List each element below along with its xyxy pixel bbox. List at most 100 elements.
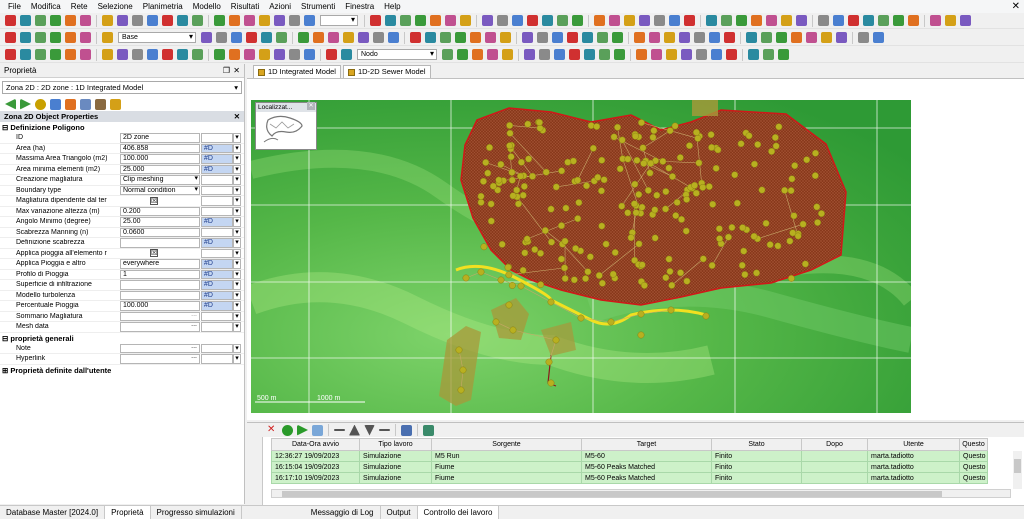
network-node[interactable]: [564, 158, 572, 166]
network-node[interactable]: [497, 160, 505, 168]
toolbar-tool-icon[interactable]: [259, 15, 270, 26]
horizontal-scrollbar[interactable]: [271, 489, 1011, 498]
network-node[interactable]: [768, 147, 776, 155]
toolbar-tool-icon[interactable]: [858, 32, 869, 43]
toolbar-tool-icon[interactable]: [669, 15, 680, 26]
toolbar-tool-icon[interactable]: [244, 15, 255, 26]
property-row[interactable]: Boundary type Normal condition ▾: [0, 185, 244, 196]
network-node[interactable]: [649, 133, 657, 141]
network-node[interactable]: [611, 249, 619, 256]
network-node[interactable]: [506, 142, 514, 150]
network-node[interactable]: [586, 253, 594, 261]
data-flag-field[interactable]: [201, 354, 233, 364]
refresh-icon[interactable]: [401, 424, 412, 436]
toolbar-tool-icon[interactable]: [289, 49, 300, 60]
toolbar-tool-icon[interactable]: [102, 49, 113, 60]
toolbar-tool-icon[interactable]: [35, 32, 46, 43]
toolbar-tool-icon[interactable]: [609, 15, 620, 26]
toolbar-tool-icon[interactable]: [244, 49, 255, 60]
toolbar-tool-icon[interactable]: [512, 15, 523, 26]
toolbar-tool-icon[interactable]: [679, 32, 690, 43]
toolbar-tool-icon[interactable]: [216, 32, 227, 43]
menu-file[interactable]: File: [3, 0, 26, 13]
play-icon[interactable]: [297, 424, 308, 436]
network-node[interactable]: [714, 146, 722, 154]
close-object-icon[interactable]: ✕: [234, 111, 240, 122]
network-node[interactable]: [640, 160, 648, 167]
toolbar-tool-icon[interactable]: [497, 15, 508, 26]
toolbar-tool-icon[interactable]: [848, 15, 859, 26]
table-row[interactable]: 16:15:04 19/09/2023 Simulazione Fiume M5-60…: [271, 461, 988, 473]
toolbar-tool-icon[interactable]: [358, 32, 369, 43]
data-flag-field[interactable]: [201, 196, 233, 206]
network-node[interactable]: [572, 245, 580, 252]
network-node[interactable]: [683, 195, 691, 203]
target-icon[interactable]: [35, 98, 46, 110]
network-node[interactable]: [682, 227, 690, 235]
toolbar-tool-icon[interactable]: [649, 32, 660, 43]
property-row[interactable]: Profilo di Pioggia 1 #D ▾: [0, 269, 244, 280]
toolbar-tool-icon[interactable]: [162, 15, 173, 26]
toolbar-tool-icon[interactable]: [572, 15, 583, 26]
toolbar-tool-icon[interactable]: [597, 32, 608, 43]
export-icon[interactable]: [423, 424, 434, 436]
toolbar-tool-icon[interactable]: [425, 32, 436, 43]
network-node[interactable]: [739, 224, 747, 232]
network-node[interactable]: [741, 271, 749, 279]
network-node[interactable]: [771, 134, 779, 141]
network-node[interactable]: [598, 156, 606, 164]
network-node[interactable]: [812, 149, 819, 157]
network-node[interactable]: [487, 217, 495, 225]
data-flag-field[interactable]: [201, 185, 233, 195]
toolbar-tool-icon[interactable]: [666, 49, 677, 60]
network-node[interactable]: [814, 219, 822, 226]
toolbar-tool-icon[interactable]: [370, 15, 381, 26]
cursor-icon[interactable]: [50, 98, 61, 110]
network-node[interactable]: [811, 172, 819, 180]
network-node[interactable]: [589, 144, 597, 152]
network-node[interactable]: [666, 127, 674, 135]
toolbar-tool-icon[interactable]: [594, 15, 605, 26]
flag-dropdown-icon[interactable]: ▾: [233, 269, 241, 279]
menu-modifica[interactable]: Modifica: [26, 0, 66, 13]
toolbar-tool-icon[interactable]: [654, 15, 665, 26]
network-node[interactable]: [594, 173, 602, 181]
network-node[interactable]: [574, 215, 582, 223]
tab-messaggio-log[interactable]: Messaggio di Log: [305, 506, 381, 519]
network-node[interactable]: [531, 246, 539, 253]
toolbar-tool-icon[interactable]: [863, 15, 874, 26]
checkbox[interactable]: ☒: [150, 196, 158, 205]
menu-rete[interactable]: Rete: [66, 0, 93, 13]
network-node[interactable]: [542, 168, 550, 176]
network-node[interactable]: [758, 186, 766, 194]
scrollbar-thumb[interactable]: [282, 491, 942, 497]
network-node[interactable]: [676, 154, 684, 161]
network-node[interactable]: [731, 171, 739, 179]
network-node[interactable]: [754, 141, 762, 148]
toolbar-tool-icon[interactable]: [567, 32, 578, 43]
data-flag-field[interactable]: #D: [201, 143, 233, 153]
network-node[interactable]: [788, 175, 796, 183]
network-node[interactable]: [750, 232, 758, 240]
column-header[interactable]: Questo: [959, 438, 988, 451]
network-node[interactable]: [529, 172, 536, 180]
network-node[interactable]: [561, 275, 569, 282]
network-node[interactable]: [692, 128, 700, 136]
data-flag-field[interactable]: #D: [201, 280, 233, 290]
network-node[interactable]: [630, 200, 638, 208]
property-value-field[interactable]: 406.858: [120, 143, 200, 153]
property-value-field[interactable]: 25.000: [120, 164, 200, 174]
scrollbar-thumb[interactable]: [1014, 459, 1021, 473]
network-node[interactable]: [659, 157, 667, 165]
toolbar-tool-icon[interactable]: [778, 49, 789, 60]
network-node[interactable]: [631, 132, 639, 140]
network-node[interactable]: [508, 281, 516, 289]
toolbar-tool-icon[interactable]: [930, 15, 941, 26]
tab-1d-2d-sewer-model[interactable]: 1D-2D Sewer Model: [342, 65, 431, 78]
network-node[interactable]: [708, 143, 716, 151]
flag-dropdown-icon[interactable]: ▾: [233, 206, 241, 216]
data-flag-field[interactable]: [201, 206, 233, 216]
toolbar-tool-icon[interactable]: [304, 49, 315, 60]
network-node[interactable]: [766, 241, 774, 249]
network-node[interactable]: [695, 159, 703, 167]
